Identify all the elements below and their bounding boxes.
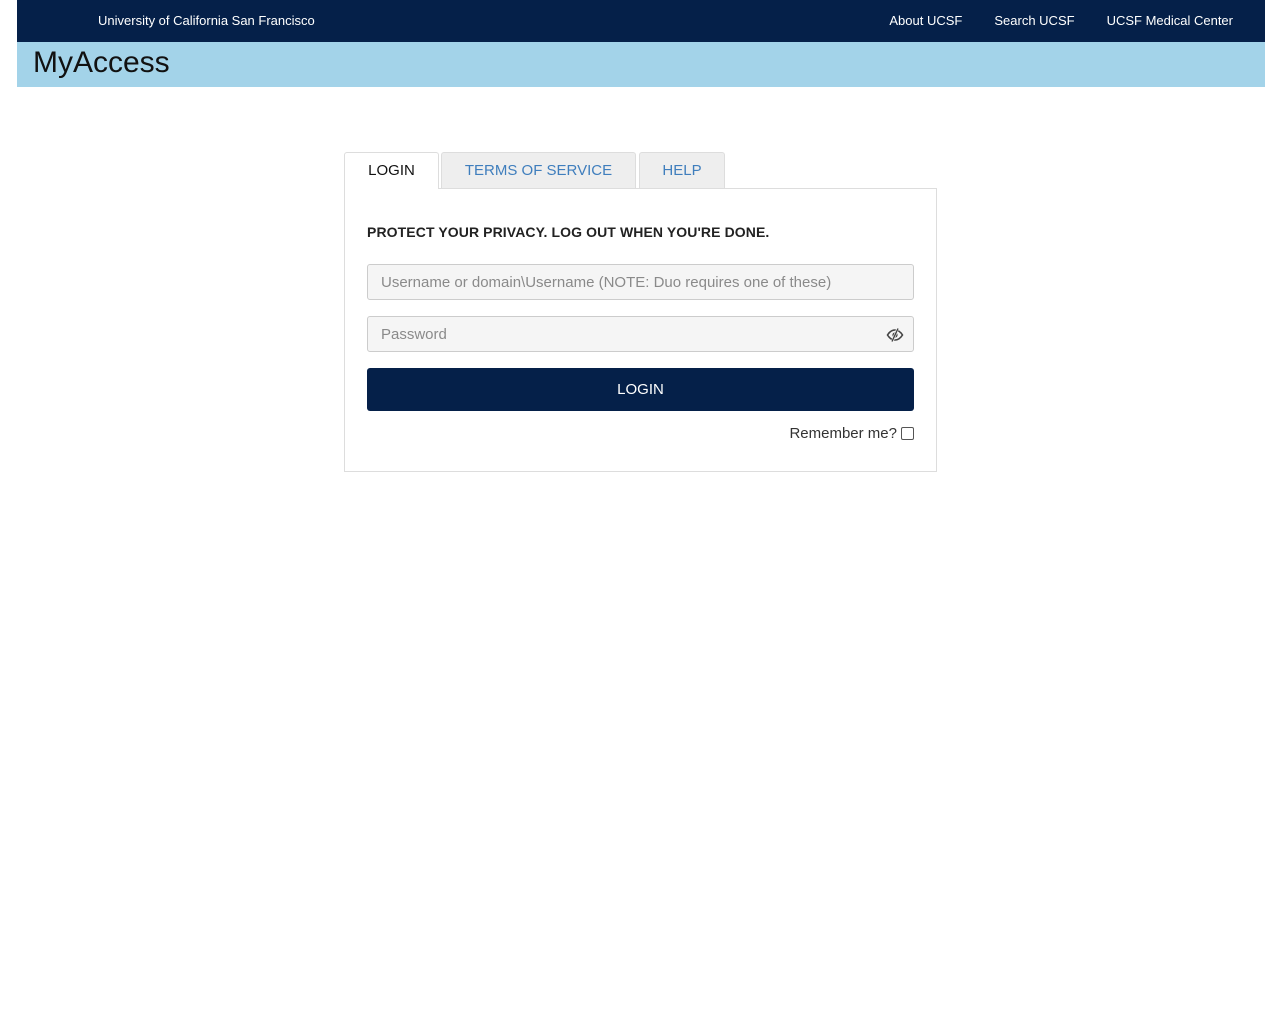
about-ucsf-link[interactable]: About UCSF (889, 13, 962, 28)
tab-bar: LOGIN TERMS OF SERVICE HELP (344, 152, 937, 189)
login-form: PROTECT YOUR PRIVACY. LOG OUT WHEN YOU'R… (344, 188, 937, 472)
eye-slash-icon[interactable] (886, 326, 904, 344)
remember-me-label: Remember me? (789, 425, 897, 442)
tab-help[interactable]: HELP (639, 152, 725, 188)
username-field-wrapper (367, 264, 914, 300)
login-panel: LOGIN TERMS OF SERVICE HELP PROTECT YOUR… (344, 152, 937, 472)
ucsf-medical-center-link[interactable]: UCSF Medical Center (1107, 13, 1233, 28)
tab-terms-of-service[interactable]: TERMS OF SERVICE (441, 152, 636, 188)
search-ucsf-link[interactable]: Search UCSF (994, 13, 1074, 28)
remember-me-checkbox[interactable] (901, 427, 914, 440)
title-band: MyAccess (17, 42, 1265, 87)
app-title: MyAccess (33, 46, 170, 79)
remember-me[interactable]: Remember me? (789, 425, 914, 442)
password-input[interactable] (368, 317, 913, 351)
tab-login[interactable]: LOGIN (344, 152, 439, 189)
university-link[interactable]: University of California San Francisco (98, 13, 315, 28)
privacy-notice: PROTECT YOUR PRIVACY. LOG OUT WHEN YOU'R… (367, 224, 770, 240)
top-nav-bar: University of California San Francisco A… (17, 0, 1265, 42)
top-nav-links: About UCSF Search UCSF UCSF Medical Cent… (857, 13, 1233, 28)
page: University of California San Francisco A… (17, 0, 1265, 87)
password-field-wrapper (367, 316, 914, 352)
login-button[interactable]: LOGIN (367, 368, 914, 411)
username-input[interactable] (368, 265, 913, 299)
